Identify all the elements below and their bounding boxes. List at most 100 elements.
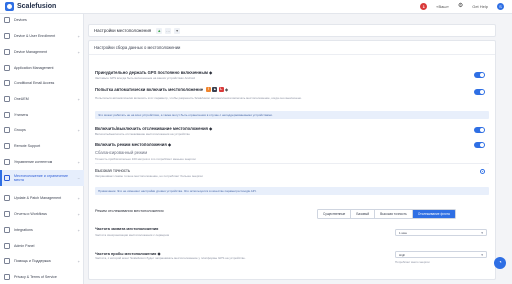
sidebar-item-reports[interactable]: Отчеты и Workflows + [0, 208, 84, 220]
high-accuracy-title: Высокая точность [95, 168, 131, 173]
info-icon: ◆ [224, 87, 229, 92]
capture-frequency-select[interactable]: 1 мин ▾ [395, 229, 487, 236]
location-pin-icon [4, 175, 10, 181]
sidebar-item-admin-panel[interactable]: Admin Panel [0, 240, 84, 252]
chevron-down-icon: + [77, 227, 80, 233]
sidebar-item-privacy[interactable]: Privacy & Terms of Service [0, 271, 84, 283]
sidebar-item-help[interactable]: Помощь и Поддержка + [0, 255, 84, 267]
force-gps-title: Принудительно держать GPS постоянно вклю… [95, 70, 213, 75]
utilities-icon [4, 112, 10, 118]
top-bar: Scalefusion 1 «Ваш» ⚙ Get Help S [0, 0, 512, 14]
user-label[interactable]: «Ваш» [436, 4, 449, 9]
privacy-icon [4, 274, 10, 280]
sidebar-item-enrollment[interactable]: Device & User Enrollment + [0, 30, 84, 42]
chevron-up-icon: − [77, 175, 80, 181]
chevron-down-icon: + [77, 258, 80, 264]
brand-logo[interactable]: Scalefusion [5, 2, 56, 11]
sidebar-item-devices[interactable]: Devices [0, 14, 84, 26]
tracking-mode-selector: Существенные Базовый Высокая точность От… [317, 209, 456, 219]
divider [95, 163, 489, 164]
location-tracking-toggle[interactable] [474, 127, 485, 133]
groups-icon [4, 127, 10, 133]
device-management-icon [4, 49, 10, 55]
content-icon [4, 159, 10, 165]
gear-icon[interactable]: ⚙ [458, 2, 463, 11]
tracking-mode-fleet[interactable]: Отслеживание флота [412, 210, 455, 218]
sidebar-item-update-patch[interactable]: Update & Patch Management + [0, 192, 84, 204]
force-gps-desc: Заставьте GPS всегда быть включенным на … [95, 76, 195, 80]
balanced-mode-title: Сбалансированный режим [95, 150, 148, 155]
scalefusion-logo-icon [5, 2, 14, 11]
sidebar-item-app-management[interactable]: Application Management [0, 62, 84, 74]
auto-enable-info-box: Это может работать не на всех устройства… [95, 111, 489, 119]
sidebar-item-content[interactable]: Управление контентом + [0, 156, 84, 168]
auto-enable-location-toggle[interactable] [474, 89, 485, 95]
force-gps-toggle[interactable] [474, 72, 485, 78]
android-icon: ▲ [156, 27, 163, 34]
sidebar-item-utilities[interactable]: Утилиты [0, 109, 84, 121]
auto-enable-location-title: Попытка автоматически включить местополо… [95, 87, 229, 93]
chat-icon: ◔ [498, 260, 502, 266]
high-accuracy-radio[interactable] [480, 169, 485, 174]
info-icon: ◆ [167, 142, 172, 147]
divider [89, 54, 495, 55]
auto-enable-location-desc: Попытаться автоматически включить этот п… [95, 96, 302, 100]
location-tracking-title: Включить/выключить отслеживание местопол… [95, 126, 213, 131]
location-mode-title: Включить режим местоположения ◆ [95, 142, 172, 147]
tracking-mode-essential[interactable]: Существенные [318, 210, 352, 218]
lock-badge-icon: L [218, 87, 224, 93]
dots-icon[interactable]: … [165, 27, 172, 34]
location-tracking-desc: Включить/выключить отслеживание местопол… [95, 132, 190, 136]
sidebar-item-groups[interactable]: Groups + [0, 124, 84, 136]
oneuem-icon [4, 96, 10, 102]
chevron-down-icon: + [77, 96, 80, 102]
remote-support-icon [4, 143, 10, 149]
warning-badge-icon: ! [205, 87, 211, 93]
reports-icon [4, 211, 10, 217]
page-title: Настройки местоположения [94, 28, 152, 33]
info-icon: ◆ [209, 126, 213, 131]
tracking-mode-label: Режим отслеживания местоположения [95, 209, 164, 213]
info-icon: ◆ [209, 70, 213, 75]
help-icon [4, 258, 10, 264]
brand-name: Scalefusion [17, 3, 57, 10]
integrations-icon [4, 227, 10, 233]
capture-frequency-desc: Частота синхронизации местоположения с с… [95, 233, 170, 237]
tracking-mode-basic[interactable]: Базовый [351, 210, 376, 218]
sidebar-item-location[interactable]: Местоположение и ограничение места − [0, 170, 84, 186]
android-badge-icon: ▲ [212, 87, 218, 93]
sidebar-item-oneuem[interactable]: OneUEM + [0, 93, 84, 105]
chevron-down-icon: + [77, 33, 80, 39]
sidebar-item-integrations[interactable]: Integrations + [0, 224, 84, 236]
devices-icon [4, 17, 10, 23]
avatar[interactable]: S [497, 3, 504, 10]
chevron-down-icon: ▾ [481, 231, 483, 235]
sampling-frequency-desc: Частота, с которой агент Scalefusion буд… [95, 256, 246, 260]
page-header: Настройки местоположения ▲ … ▾ [88, 24, 496, 37]
admin-icon [4, 243, 10, 249]
location-mode-toggle[interactable] [474, 142, 485, 148]
chat-support-button[interactable]: ◔ [494, 257, 506, 269]
chevron-down-icon: + [77, 127, 80, 133]
get-help-link[interactable]: Get Help [472, 4, 488, 9]
sidebar-item-device-management[interactable]: Device Management + [0, 46, 84, 58]
chevron-down-icon[interactable]: ▾ [174, 27, 181, 34]
sampling-frequency-select[interactable]: High ▾ [395, 251, 487, 258]
enrollment-icon [4, 33, 10, 39]
card-title: Настройки сбора данных о местоположении [94, 45, 181, 50]
google-api-info-box: Примечание: Это не изменяет настройки ур… [95, 187, 489, 195]
chevron-down-icon: + [77, 211, 80, 217]
update-icon [4, 195, 10, 201]
sampling-helper-text: Потребляет много энергии [395, 260, 430, 264]
tracking-mode-high-accuracy[interactable]: Высокая точность [375, 210, 413, 218]
location-settings-card: Настройки сбора данных о местоположении … [88, 40, 496, 280]
balanced-mode-desc: Точность приблизительно 100 метров и это… [95, 157, 196, 161]
notification-badge[interactable]: 1 [420, 3, 428, 10]
sidebar-item-email-access[interactable]: Conditional Email Access [0, 77, 84, 89]
apps-icon [4, 65, 10, 71]
sidebar: Devices Device & User Enrollment + Device… [0, 14, 84, 284]
sidebar-item-remote-support[interactable]: Remote Support [0, 140, 84, 152]
chevron-down-icon: + [77, 49, 80, 55]
top-right-actions: 1 «Ваш» ⚙ Get Help S [420, 2, 504, 11]
chevron-down-icon: + [77, 159, 80, 165]
